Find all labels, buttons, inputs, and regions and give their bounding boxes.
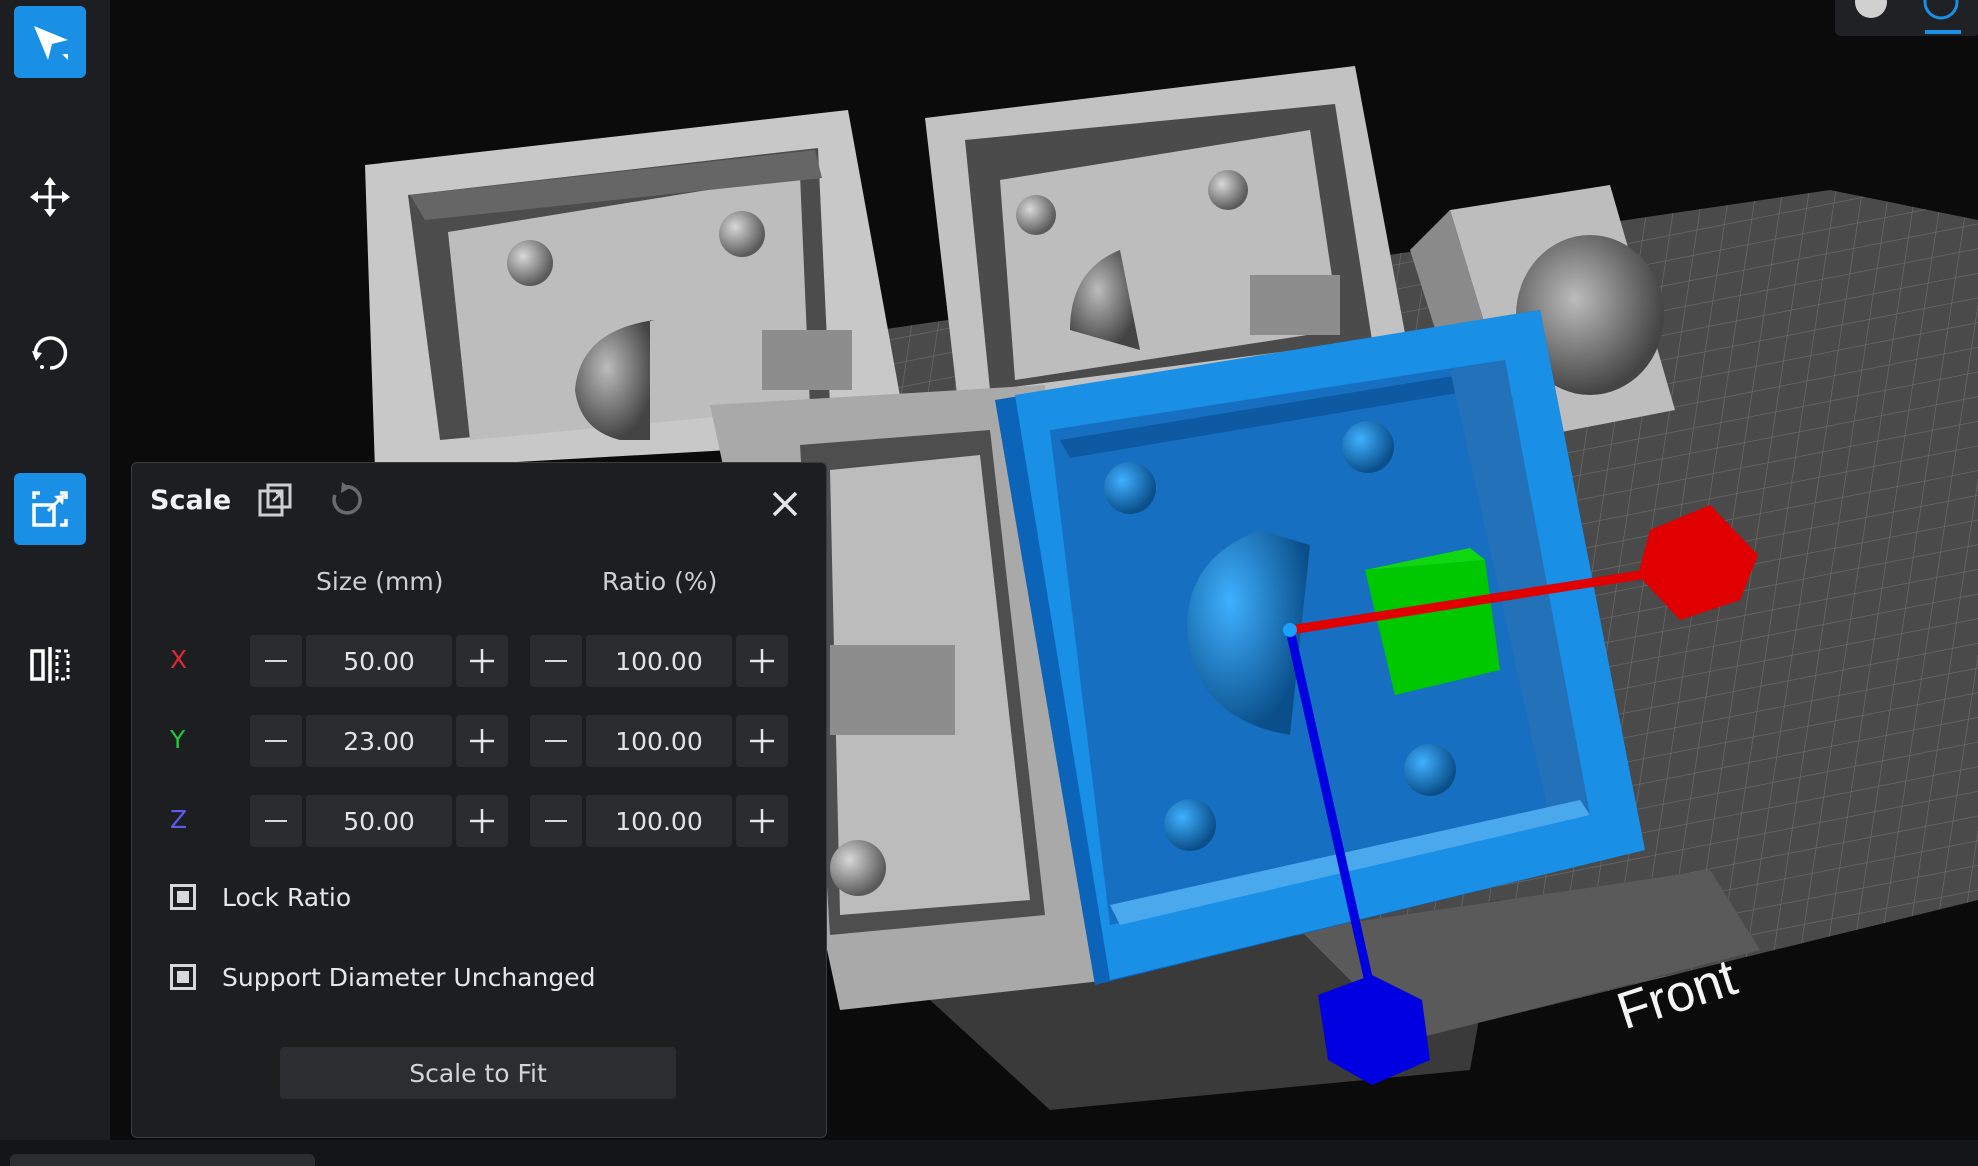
view-mode-icons: [1855, 0, 1961, 34]
panel-title: Scale: [150, 485, 232, 516]
z-size-input[interactable]: 50.00: [306, 795, 452, 847]
lock-ratio-checkbox-box[interactable]: [170, 884, 196, 910]
cursor-arrow-icon: [34, 26, 68, 60]
axis-label-x: X: [170, 645, 188, 674]
plus-icon: [470, 809, 494, 833]
x-ratio-input[interactable]: 100.00: [586, 635, 732, 687]
ratio-column-header: Ratio (%): [602, 567, 718, 596]
bottom-tab[interactable]: [10, 1154, 315, 1166]
move-arrows-icon: [30, 177, 70, 217]
minus-icon: [545, 660, 567, 662]
z-ratio-input[interactable]: 100.00: [586, 795, 732, 847]
support-diameter-label: Support Diameter Unchanged: [222, 962, 596, 992]
minus-icon: [265, 820, 287, 822]
minus-icon: [545, 740, 567, 742]
x-ratio-increment-button[interactable]: [736, 635, 788, 687]
x-size-increment-button[interactable]: [456, 635, 508, 687]
axis-label-z: Z: [170, 805, 188, 834]
support-diameter-checkbox[interactable]: Support Diameter Unchanged: [170, 959, 595, 995]
y-ratio-increment-button[interactable]: [736, 715, 788, 767]
minus-icon: [265, 660, 287, 662]
mirror-icon: [30, 647, 70, 683]
select-tool-button[interactable]: [14, 6, 86, 78]
solid-view-icon[interactable]: [1855, 0, 1887, 18]
plus-icon: [470, 649, 494, 673]
reset-button[interactable]: [326, 481, 364, 523]
left-toolbar: [0, 0, 110, 1140]
plus-icon: [750, 809, 774, 833]
z-size-decrement-button[interactable]: [250, 795, 302, 847]
scale-icon: [32, 491, 68, 527]
axis-label-y: Y: [170, 725, 186, 754]
wireframe-view-icon[interactable]: [1923, 0, 1959, 20]
z-ratio-increment-button[interactable]: [736, 795, 788, 847]
x-ratio-decrement-button[interactable]: [530, 635, 582, 687]
scale-tool-button[interactable]: [14, 473, 86, 545]
scale-panel: Scale Size (mm) Ratio (%) X 50.00 100.00…: [131, 462, 827, 1138]
plus-icon: [750, 729, 774, 753]
minus-icon: [265, 740, 287, 742]
y-size-input[interactable]: 23.00: [306, 715, 452, 767]
mirror-tool-button[interactable]: [14, 629, 86, 701]
close-button[interactable]: [768, 487, 802, 521]
z-size-increment-button[interactable]: [456, 795, 508, 847]
y-ratio-decrement-button[interactable]: [530, 715, 582, 767]
y-size-increment-button[interactable]: [456, 715, 508, 767]
layers-copy-icon: [258, 483, 292, 517]
minus-icon: [545, 820, 567, 822]
y-size-decrement-button[interactable]: [250, 715, 302, 767]
reset-icon: [332, 482, 362, 515]
support-diameter-checkbox-box[interactable]: [170, 964, 196, 990]
view-mode-switch[interactable]: [1835, 0, 1978, 36]
rotate-icon: [32, 336, 68, 370]
rotate-tool-button[interactable]: [14, 317, 86, 389]
z-ratio-decrement-button[interactable]: [530, 795, 582, 847]
y-ratio-input[interactable]: 100.00: [586, 715, 732, 767]
lock-ratio-checkbox[interactable]: Lock Ratio: [170, 879, 351, 915]
scale-to-fit-button[interactable]: Scale to Fit: [280, 1047, 676, 1099]
lock-ratio-label: Lock Ratio: [222, 882, 352, 912]
plus-icon: [750, 649, 774, 673]
size-column-header: Size (mm): [316, 567, 444, 596]
x-size-decrement-button[interactable]: [250, 635, 302, 687]
move-tool-button[interactable]: [14, 161, 86, 233]
close-icon: [772, 491, 798, 517]
x-size-input[interactable]: 50.00: [306, 635, 452, 687]
apply-to-all-button[interactable]: [256, 481, 294, 523]
plus-icon: [470, 729, 494, 753]
